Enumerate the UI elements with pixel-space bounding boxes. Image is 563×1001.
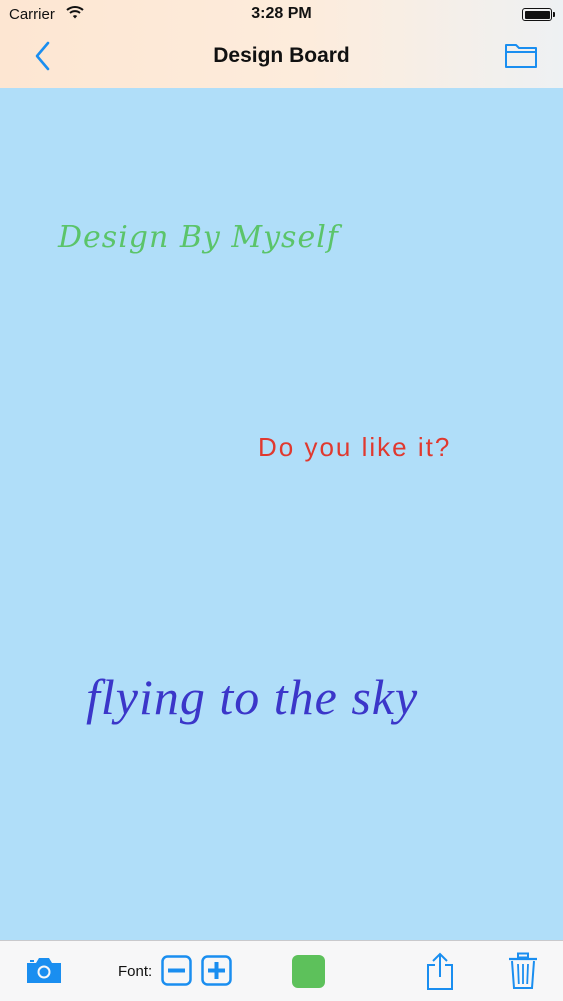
color-picker-button[interactable] [292, 955, 325, 988]
font-decrease-button[interactable] [161, 955, 192, 986]
trash-icon[interactable] [507, 952, 539, 990]
battery-icon [522, 8, 552, 21]
canvas-text-3[interactable]: flying to the sky [86, 668, 418, 726]
bottom-toolbar: Font: [0, 940, 563, 1001]
design-canvas[interactable]: Design By Myself Do you like it? flying … [0, 88, 563, 940]
folder-icon[interactable] [503, 39, 539, 71]
font-increase-button[interactable] [201, 955, 232, 986]
status-time: 3:28 PM [251, 5, 312, 22]
share-icon[interactable] [425, 951, 455, 991]
battery-tip [553, 12, 555, 17]
page-title: Design Board [213, 44, 350, 67]
navigation-header: Carrier 3:28 PM Design Board [0, 0, 563, 89]
font-label: Font: [118, 963, 153, 980]
canvas-text-2[interactable]: Do you like it? [258, 432, 451, 463]
status-bar: Carrier 3:28 PM [0, 0, 563, 30]
camera-icon[interactable] [25, 955, 63, 985]
battery-level [524, 10, 550, 19]
canvas-text-1[interactable]: Design By Myself [58, 220, 339, 255]
